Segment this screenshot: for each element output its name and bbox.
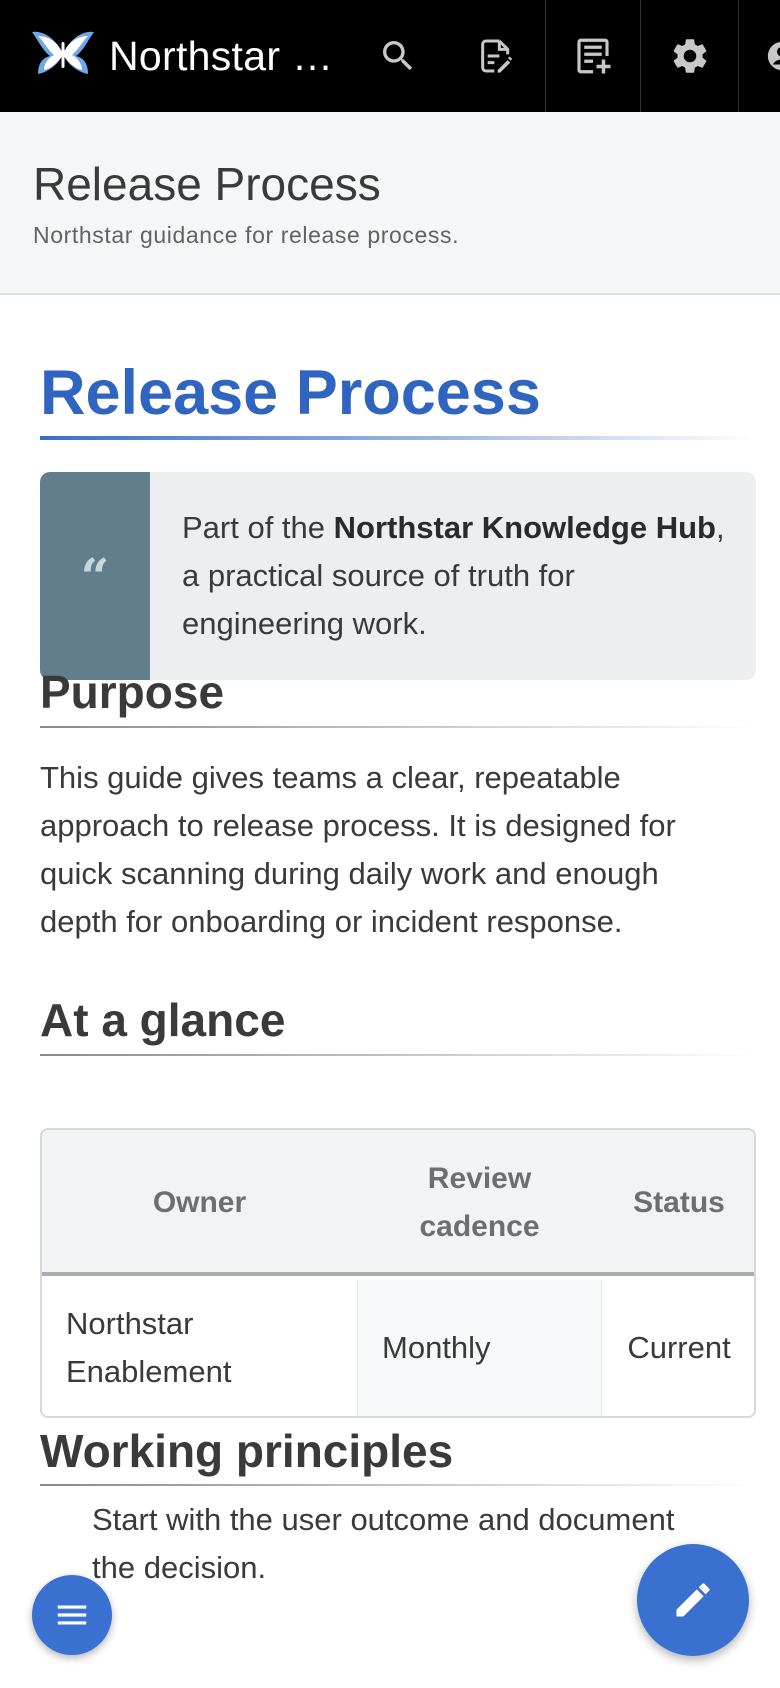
principle-item: Start with the user outcome and document… xyxy=(92,1502,675,1585)
edit-page-icon xyxy=(481,39,513,73)
glance-heading: At a glance xyxy=(40,994,286,1046)
menu-icon xyxy=(57,1605,87,1625)
search-icon xyxy=(383,41,413,71)
principles-heading: Working principles xyxy=(40,1425,454,1477)
page-header: Release Process Northstar guidance for r… xyxy=(0,112,780,295)
account-button[interactable] xyxy=(739,0,780,112)
section-divider xyxy=(40,1484,756,1486)
page-subtitle: Northstar guidance for release process. xyxy=(33,222,460,248)
column-header-review-cadence: Review cadence xyxy=(419,1162,540,1243)
quote-icon: “ xyxy=(40,472,150,680)
glance-table: Owner Review cadence Status Northstar En… xyxy=(40,1128,756,1418)
menu-button[interactable] xyxy=(32,1575,112,1655)
user-icon xyxy=(767,41,780,71)
table-header: Owner Review cadence Status xyxy=(42,1130,754,1276)
heading-divider xyxy=(40,436,756,440)
column-header-status: Status xyxy=(633,1186,725,1219)
callout-text: Part of the Northstar Knowledge Hub, a p… xyxy=(182,510,725,641)
section-divider xyxy=(40,1054,756,1056)
site-title[interactable]: Northstar … xyxy=(109,30,333,82)
purpose-heading: Purpose xyxy=(40,666,225,718)
new-page-button[interactable] xyxy=(545,0,641,112)
table-row: Northstar Enablement Monthly Current xyxy=(42,1280,754,1416)
cell-review-cadence: Monthly xyxy=(357,1280,602,1416)
page-title: Release Process xyxy=(33,158,381,210)
settings-button[interactable] xyxy=(641,0,739,112)
hub-name: Northstar Knowledge Hub xyxy=(333,510,716,545)
article-heading: Release Process xyxy=(40,358,541,428)
gear-icon xyxy=(673,39,706,73)
top-app-bar: Northstar … xyxy=(0,0,780,112)
column-header-owner: Owner xyxy=(152,1186,247,1219)
section-divider xyxy=(40,726,756,728)
intro-callout: “ Part of the Northstar Knowledge Hub, a… xyxy=(40,472,756,680)
pencil-icon xyxy=(676,1583,710,1617)
cell-status: Current xyxy=(627,1330,731,1365)
edit-button[interactable] xyxy=(637,1544,749,1656)
edit-page-button[interactable] xyxy=(464,0,528,112)
new-page-icon xyxy=(577,38,611,74)
search-button[interactable] xyxy=(366,0,430,112)
logo-icon[interactable] xyxy=(30,28,96,82)
cell-owner: Northstar Enablement xyxy=(66,1306,232,1389)
purpose-text: This guide gives teams a clear, repeatab… xyxy=(40,760,676,939)
